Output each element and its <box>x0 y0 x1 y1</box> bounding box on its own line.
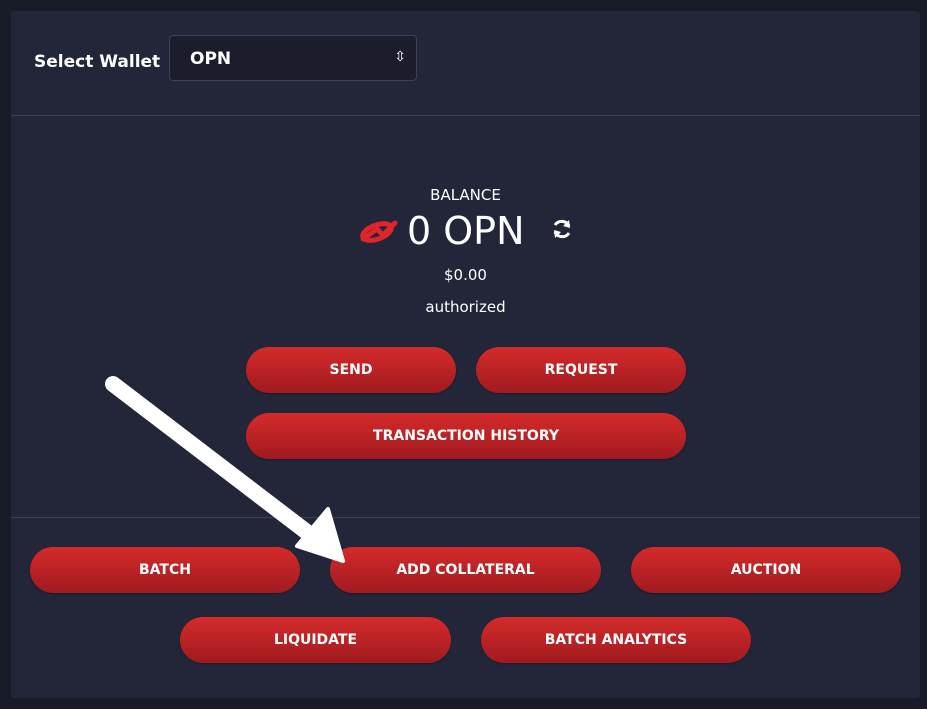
divider <box>11 115 920 116</box>
liquidate-button[interactable]: LIQUIDATE <box>180 617 451 663</box>
wallet-panel: Select Wallet OPN ⇳ BALANCE 0 OPN $0.00 … <box>11 11 920 698</box>
refresh-icon[interactable] <box>550 217 574 241</box>
batch-analytics-button[interactable]: BATCH ANALYTICS <box>481 617 751 663</box>
up-down-arrow-icon: ⇳ <box>394 49 406 65</box>
divider <box>11 517 920 518</box>
add-collateral-button[interactable]: ADD COLLATERAL <box>330 547 601 593</box>
wallet-select[interactable]: OPN ⇳ <box>169 35 417 81</box>
batch-button[interactable]: BATCH <box>30 547 300 593</box>
select-wallet-label: Select Wallet <box>34 52 161 72</box>
status-text: authorized <box>425 298 506 316</box>
balance-label: BALANCE <box>430 186 501 204</box>
send-button[interactable]: SEND <box>246 347 456 393</box>
transaction-history-button[interactable]: TRANSACTION HISTORY <box>246 413 686 459</box>
request-button[interactable]: REQUEST <box>476 347 686 393</box>
auction-button[interactable]: AUCTION <box>631 547 901 593</box>
balance-amount: 0 OPN <box>407 209 525 253</box>
balance-usd: $0.00 <box>444 266 487 284</box>
opn-logo-icon <box>360 220 398 243</box>
wallet-select-value: OPN <box>190 49 232 69</box>
